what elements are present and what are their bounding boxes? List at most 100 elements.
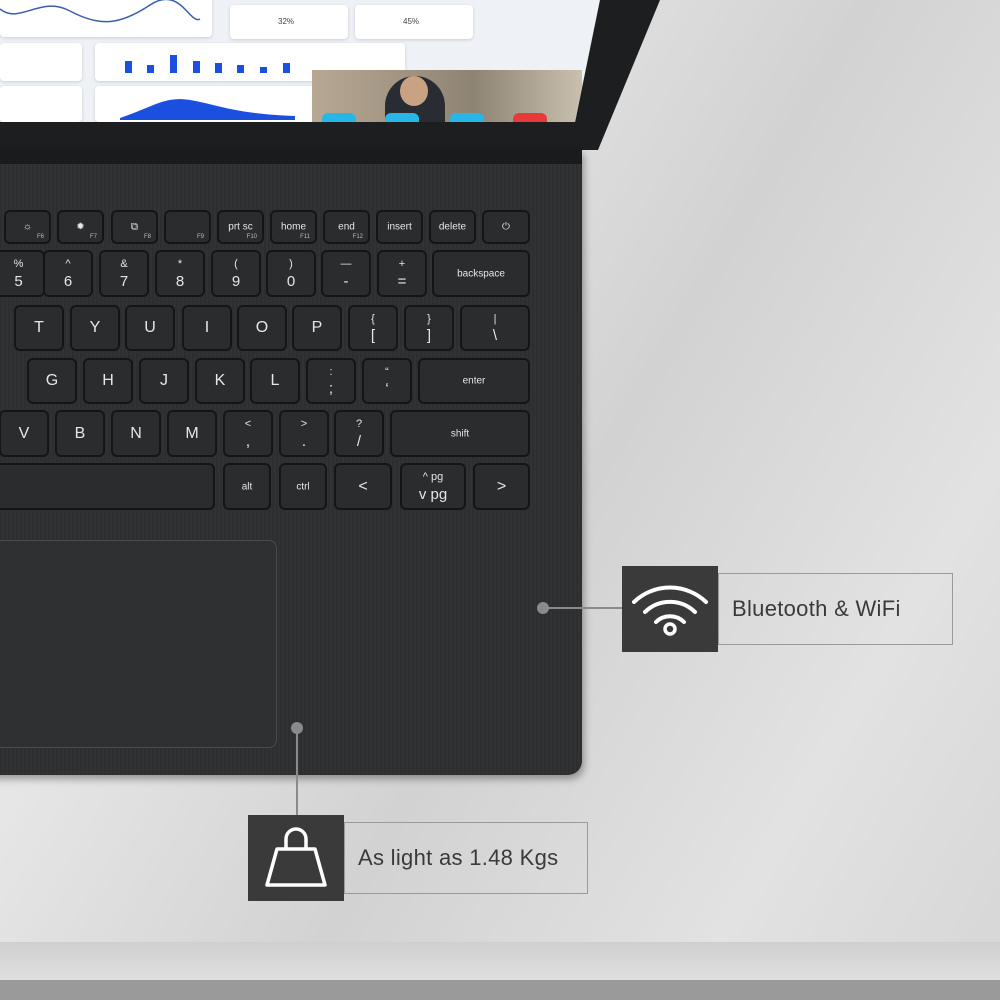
- key-j[interactable]: J: [139, 358, 189, 404]
- callout-line-wireless: [548, 607, 622, 609]
- key-label: <: [358, 477, 368, 495]
- key--[interactable]: “‘: [362, 358, 412, 404]
- key-brightness-down-icon[interactable]: ☼ F6: [4, 210, 51, 244]
- key-backspace[interactable]: backspace: [432, 250, 530, 297]
- key-top-label: &: [120, 258, 128, 270]
- key-t[interactable]: T: [14, 305, 64, 351]
- key-label: enter: [462, 375, 486, 387]
- mic-button: [385, 113, 419, 122]
- key-7[interactable]: & 7: [99, 250, 149, 297]
- key-ctrl[interactable]: ctrl: [279, 463, 327, 510]
- key-label: backspace: [457, 268, 505, 279]
- power-icon: ⏻: [502, 221, 510, 233]
- key-top-label: ^ pg: [422, 471, 444, 483]
- key-bottom-label: [: [370, 327, 376, 344]
- key--[interactable]: }]: [404, 305, 454, 351]
- trend-card: [0, 86, 82, 122]
- key-v-pg[interactable]: ^ pg v pg: [400, 463, 466, 510]
- key-top-label: ?: [355, 418, 363, 430]
- key-bottom-label: ;: [328, 380, 334, 397]
- key-end[interactable]: end F12: [323, 210, 370, 244]
- key-display-switch-icon[interactable]: ⧉ F8: [111, 210, 158, 244]
- key-bottom-label: ,: [245, 433, 251, 450]
- key-bottom-label: \: [492, 327, 498, 344]
- key-bottom-label: /: [356, 433, 362, 450]
- key-power-icon[interactable]: ⏻: [482, 210, 530, 244]
- key-label: >: [496, 477, 507, 495]
- key-b[interactable]: B: [55, 410, 105, 457]
- key-brightness-up-icon[interactable]: ✹ F7: [57, 210, 104, 244]
- key-delete[interactable]: delete: [429, 210, 476, 244]
- key--[interactable]: <,: [223, 410, 273, 457]
- key-alt[interactable]: alt: [223, 463, 271, 510]
- wifi-icon: [632, 585, 708, 636]
- key-6[interactable]: ^ 6: [43, 250, 93, 297]
- key-bottom-label: 0: [286, 273, 296, 290]
- shopping-bag-icon: [265, 827, 327, 887]
- key-label: U: [144, 319, 156, 336]
- key-0[interactable]: ) 0: [266, 250, 316, 297]
- key-fn-label: F7: [89, 234, 97, 240]
- key-label: I: [204, 319, 210, 336]
- key--[interactable]: — -: [321, 250, 371, 297]
- video-call-face: [400, 76, 428, 106]
- key-y[interactable]: Y: [70, 305, 120, 351]
- key-5[interactable]: % 5: [0, 250, 45, 297]
- key-key[interactable]: F9: [164, 210, 211, 244]
- key-insert[interactable]: insert: [376, 210, 423, 244]
- key-k[interactable]: K: [195, 358, 245, 404]
- key-u[interactable]: U: [125, 305, 175, 351]
- key-key[interactable]: [0, 463, 215, 510]
- shelf-edge: [0, 942, 1000, 982]
- key-label: end: [338, 221, 355, 233]
- key-label: prt sc: [228, 221, 253, 233]
- key-v[interactable]: V: [0, 410, 49, 457]
- touchpad[interactable]: [0, 540, 277, 748]
- key-prt-sc[interactable]: prt sc F10: [217, 210, 264, 244]
- key-home[interactable]: home F11: [270, 210, 317, 244]
- key--[interactable]: + =: [377, 250, 427, 297]
- key-top-label: *: [177, 258, 183, 270]
- key-bottom-label: v pg: [418, 486, 448, 503]
- key-bottom-label: 7: [119, 273, 129, 290]
- key-label: M: [185, 424, 199, 442]
- overview-percent-1: 32%: [278, 17, 295, 26]
- key-m[interactable]: M: [167, 410, 217, 457]
- key-enter[interactable]: enter: [418, 358, 530, 404]
- key-label: K: [214, 372, 226, 389]
- key--[interactable]: ? /: [334, 410, 384, 457]
- key-bottom-label: ]: [426, 327, 432, 344]
- key--[interactable]: :;: [306, 358, 356, 404]
- key-9[interactable]: (9: [211, 250, 261, 297]
- key-bottom-label: ‘: [385, 380, 389, 397]
- key-label: alt: [241, 481, 253, 492]
- key-top-label: “: [385, 366, 389, 378]
- key-g[interactable]: G: [27, 358, 77, 404]
- key-o[interactable]: O: [237, 305, 287, 351]
- key-h[interactable]: H: [83, 358, 133, 404]
- key-top-label: ^: [65, 258, 71, 270]
- key--[interactable]: >.: [279, 410, 329, 457]
- key--[interactable]: | \: [460, 305, 530, 351]
- key--[interactable]: {[: [348, 305, 398, 351]
- key-label: L: [270, 372, 280, 389]
- key-i[interactable]: I: [182, 305, 232, 351]
- key--[interactable]: <: [334, 463, 392, 510]
- shelf-shadow: [0, 980, 1000, 1000]
- callout-label-wireless: Bluetooth & WiFi: [718, 573, 953, 645]
- callout-line-weight: [296, 730, 298, 815]
- laptop-hinge: [0, 150, 582, 164]
- overview-card-2: 45%: [355, 5, 473, 39]
- key-label: Y: [89, 319, 101, 336]
- key-p[interactable]: P: [292, 305, 342, 351]
- key-label: home: [280, 221, 306, 233]
- key--[interactable]: >: [473, 463, 530, 510]
- key-8[interactable]: * 8: [155, 250, 205, 297]
- area-chart-card: [95, 86, 315, 122]
- video-toggle-button: [322, 113, 356, 122]
- key-shift[interactable]: shift: [390, 410, 530, 457]
- key-l[interactable]: L: [250, 358, 300, 404]
- key-fn-label: F10: [246, 234, 257, 240]
- key-fn-label: F11: [300, 234, 310, 240]
- key-n[interactable]: N: [111, 410, 161, 457]
